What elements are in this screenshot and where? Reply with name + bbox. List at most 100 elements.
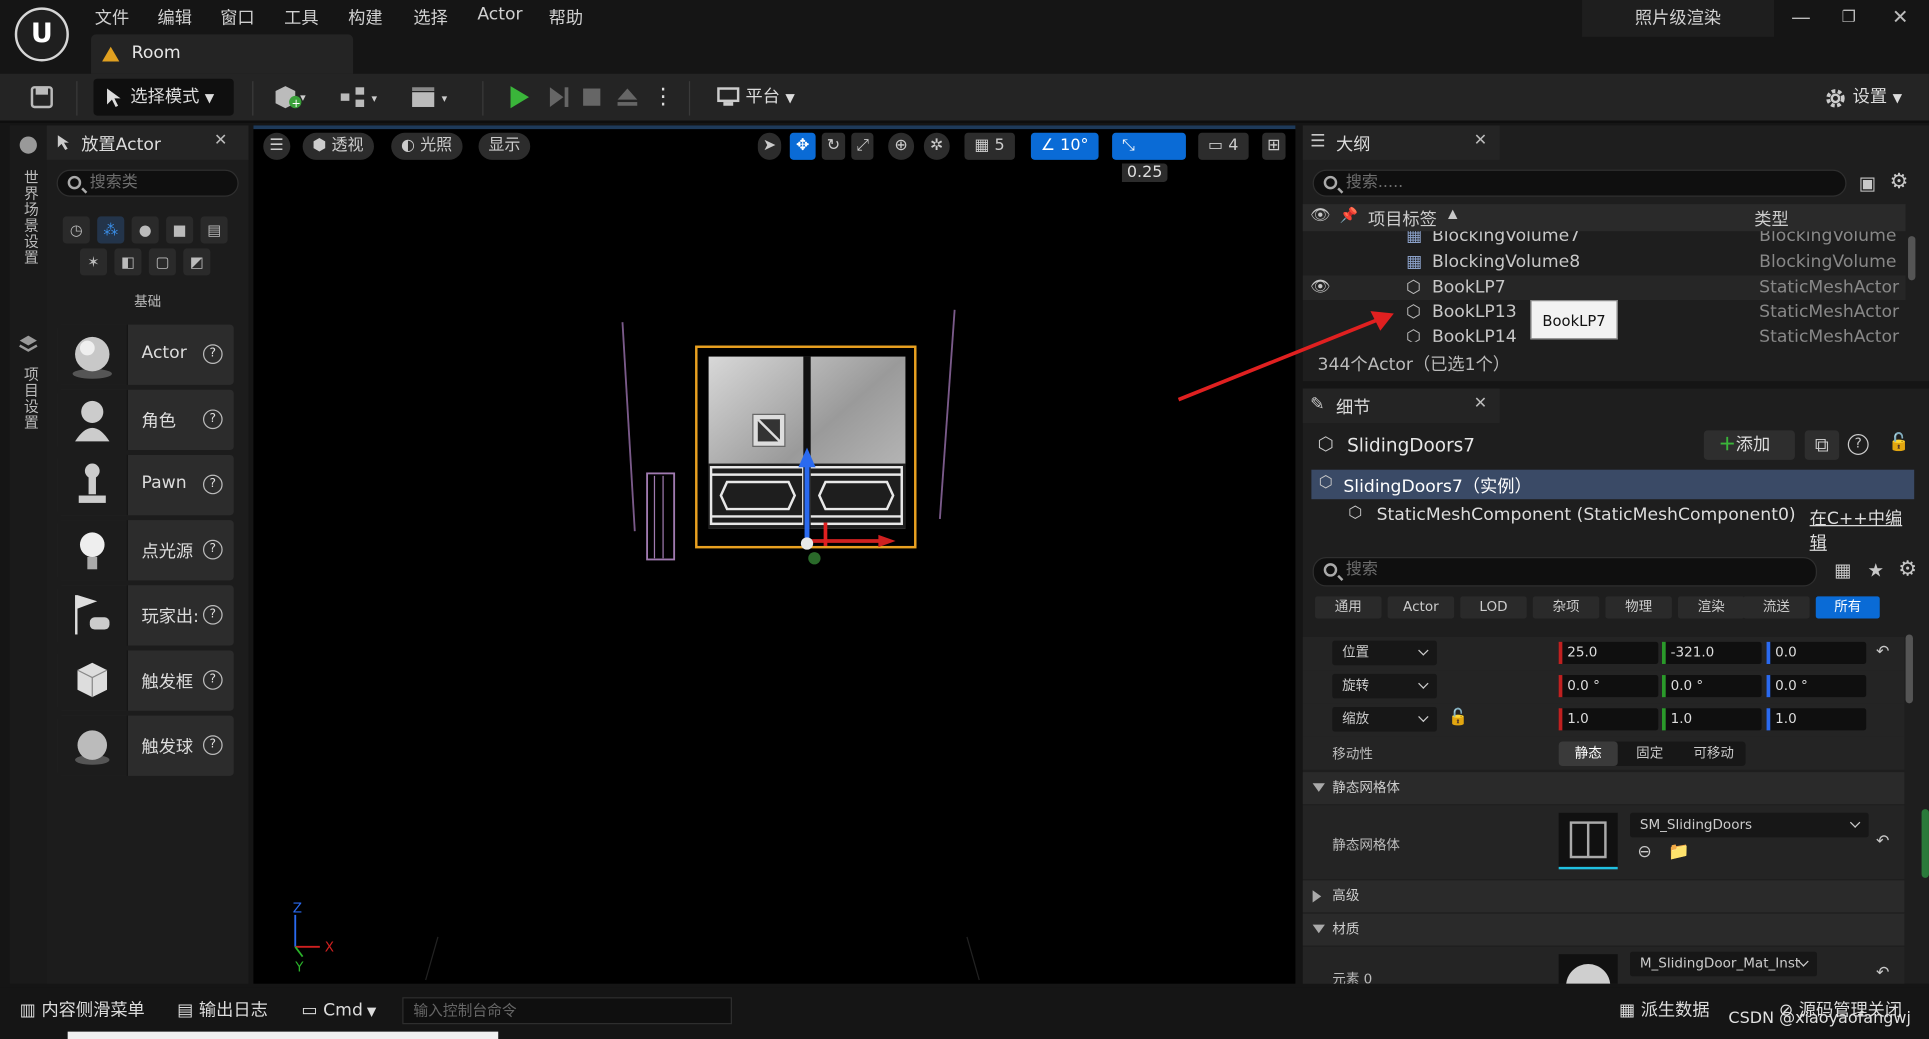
- place-item-point-light[interactable]: 点光源 ?: [57, 520, 234, 581]
- browse-icon[interactable]: 📁: [1668, 842, 1689, 862]
- pin-column-icon[interactable]: 📌: [1340, 207, 1358, 224]
- location-dropdown[interactable]: 位置: [1332, 640, 1437, 666]
- rotation-z[interactable]: 0.0 °: [1766, 675, 1867, 698]
- help-icon[interactable]: ?: [202, 604, 223, 625]
- static-mesh-section[interactable]: 静态网格体: [1302, 772, 1905, 805]
- outliner-row[interactable]: ▦ BlockingVolume7 BlockingVolume: [1303, 231, 1906, 248]
- save-icon[interactable]: [25, 79, 59, 116]
- tab-actor[interactable]: Actor: [1387, 596, 1455, 619]
- material-thumbnail[interactable]: [1558, 954, 1618, 984]
- close-details-icon[interactable]: ✕: [1474, 395, 1487, 413]
- recent-icon[interactable]: ◷: [62, 216, 90, 244]
- favorite-star-icon[interactable]: ★: [1867, 559, 1884, 581]
- outliner-search[interactable]: 搜索.....: [1312, 169, 1847, 197]
- add-content-icon[interactable]: + ▾: [271, 79, 320, 116]
- details-search[interactable]: 搜索: [1312, 557, 1818, 587]
- outliner-row[interactable]: ▦ BlockingVolume8 BlockingVolume: [1303, 250, 1906, 275]
- menu-window[interactable]: 窗口: [220, 5, 254, 30]
- restore-icon[interactable]: ❐: [1842, 9, 1856, 27]
- scale-z[interactable]: 1.0: [1766, 708, 1867, 731]
- blueprint-convert-icon[interactable]: ⧉: [1804, 430, 1840, 460]
- all-classes-icon[interactable]: ◩: [183, 248, 211, 276]
- lock-icon[interactable]: 🔓: [1888, 433, 1909, 453]
- cinematic-icon[interactable]: ▤: [200, 216, 228, 244]
- rotation-y[interactable]: 0.0 °: [1662, 675, 1762, 698]
- world-settings-tab[interactable]: 世界场景设置: [21, 170, 42, 266]
- level-tab[interactable]: Room: [91, 34, 354, 74]
- location-z[interactable]: 0.0: [1766, 641, 1867, 664]
- console-input[interactable]: 输入控制台命令: [402, 997, 732, 1025]
- blueprint-icon[interactable]: ▾: [338, 79, 390, 116]
- menu-actor[interactable]: Actor: [477, 5, 522, 25]
- light-icon[interactable]: ●: [131, 216, 159, 244]
- help-icon[interactable]: ?: [202, 539, 223, 560]
- tab-all[interactable]: 所有: [1815, 596, 1880, 619]
- component-row[interactable]: ⬡ StaticMeshComponent (StaticMeshCompone…: [1311, 500, 1914, 553]
- project-settings-tab[interactable]: 项目设置: [21, 366, 42, 430]
- scale-y[interactable]: 1.0: [1662, 708, 1762, 731]
- settings-dropdown[interactable]: 设置 ▼: [1821, 79, 1919, 116]
- add-component-button[interactable]: ＋添加: [1703, 430, 1795, 460]
- place-item-trigger-sphere[interactable]: 触发球 ?: [57, 715, 234, 776]
- rotation-x[interactable]: 0.0 °: [1558, 675, 1659, 698]
- scale-dropdown[interactable]: 缩放: [1332, 707, 1437, 732]
- help-icon[interactable]: ?: [1847, 434, 1869, 455]
- static-mesh-dropdown[interactable]: SM_SlidingDoors: [1630, 812, 1869, 838]
- menu-tools[interactable]: 工具: [284, 5, 318, 30]
- volume-icon[interactable]: ▢: [148, 248, 176, 276]
- menu-select[interactable]: 选择: [413, 5, 447, 30]
- place-item-character[interactable]: 角色 ?: [57, 389, 234, 451]
- help-icon[interactable]: ?: [202, 670, 223, 690]
- materials-section[interactable]: 材质: [1302, 913, 1905, 946]
- mobility-static[interactable]: 静态: [1558, 741, 1618, 767]
- material-dropdown[interactable]: M_SlidingDoor_Mat_Inst: [1630, 951, 1818, 977]
- menu-help[interactable]: 帮助: [549, 5, 583, 30]
- cmd-dropdown[interactable]: ▭ Cmd ▼: [301, 995, 376, 1027]
- play-icon[interactable]: [504, 79, 538, 116]
- step-icon[interactable]: [545, 79, 575, 116]
- eject-icon[interactable]: [614, 79, 644, 116]
- level-viewport[interactable]: ☰ ⬢ 透视 ◐ 光照 显示 ➤ ✥ ↻ ⤢ ⊕ ✲ ▦ 5 ∠ 10° ⤡ 0…: [253, 125, 1296, 984]
- label-column[interactable]: 项目标签: [1368, 207, 1437, 232]
- location-x[interactable]: 25.0: [1558, 641, 1659, 664]
- stop-icon[interactable]: [581, 79, 608, 116]
- tab-physics[interactable]: 物理: [1605, 596, 1672, 619]
- details-scrollbar[interactable]: [1905, 634, 1913, 704]
- geometry-icon[interactable]: ◧: [114, 248, 142, 276]
- place-item-player-start[interactable]: 玩家出: ?: [57, 585, 234, 646]
- mobility-movable[interactable]: 可移动: [1682, 741, 1746, 766]
- scale-x[interactable]: 1.0: [1558, 708, 1659, 731]
- close-window-icon[interactable]: ✕: [1892, 5, 1908, 28]
- static-mesh-thumbnail[interactable]: [1558, 812, 1618, 870]
- instance-row[interactable]: ⬡ SlidingDoors7（实例）: [1311, 469, 1915, 500]
- scale-lock-icon[interactable]: 🔓: [1448, 708, 1468, 726]
- help-icon[interactable]: ?: [202, 735, 223, 755]
- place-actor-search[interactable]: 搜索类: [56, 169, 239, 197]
- cinematics-icon[interactable]: ▾: [410, 79, 462, 116]
- close-outliner-icon[interactable]: ✕: [1474, 132, 1487, 150]
- mobility-stationary[interactable]: 固定: [1623, 741, 1677, 766]
- place-item-actor[interactable]: Actor ?: [57, 324, 234, 385]
- menu-file[interactable]: 文件: [95, 5, 129, 30]
- place-item-pawn[interactable]: Pawn ?: [57, 454, 234, 516]
- render-mode-label[interactable]: 照片级渲染: [1582, 0, 1774, 37]
- add-folder-icon[interactable]: ▣: [1859, 172, 1876, 194]
- basic-category-icon[interactable]: ⁂: [97, 216, 125, 244]
- platform-dropdown[interactable]: 平台 ▼: [714, 79, 800, 116]
- tab-rendering[interactable]: 渲染: [1677, 596, 1745, 619]
- visual-effects-icon[interactable]: ✶: [79, 248, 108, 276]
- visibility-column-icon[interactable]: 👁: [1310, 207, 1330, 225]
- table-view-icon[interactable]: ▦: [1834, 559, 1851, 581]
- play-options-icon[interactable]: ⋮: [652, 79, 674, 116]
- visibility-icon[interactable]: 👁: [1310, 275, 1330, 300]
- place-item-trigger-box[interactable]: 触发框 ?: [57, 650, 234, 711]
- help-icon[interactable]: ?: [202, 344, 223, 364]
- select-mode-dropdown[interactable]: 选择模式 ▼: [93, 78, 234, 116]
- outliner-settings-icon[interactable]: ⚙: [1890, 170, 1909, 195]
- output-log-button[interactable]: ▤ 输出日志: [177, 995, 268, 1027]
- menu-edit[interactable]: 编辑: [157, 5, 191, 30]
- shape-icon[interactable]: ■: [166, 216, 194, 244]
- reset-icon[interactable]: ↶: [1876, 643, 1889, 661]
- close-panel-icon[interactable]: ✕: [214, 132, 227, 150]
- reset-icon[interactable]: ↶: [1876, 832, 1889, 850]
